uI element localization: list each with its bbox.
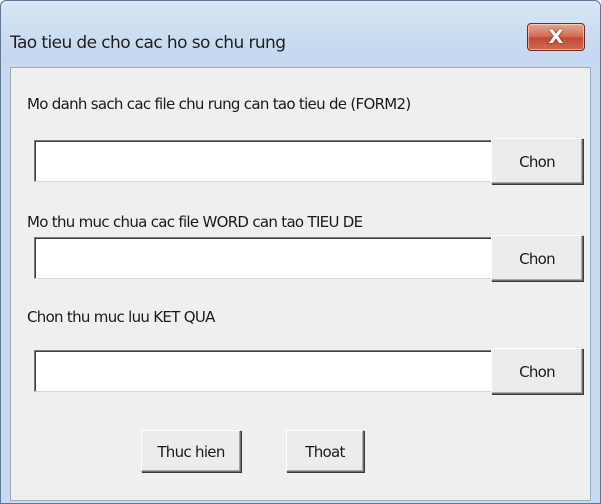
close-button[interactable]: X <box>527 23 585 51</box>
form2-file-input[interactable] <box>34 140 494 182</box>
close-icon: X <box>548 26 564 48</box>
label-form2-file: Mo danh sach cac file chu rung can tao t… <box>27 95 411 113</box>
label-result-folder: Chon thu muc luu KET QUA <box>27 308 215 326</box>
title-bar[interactable]: Tao tieu de cho cac ho so chu rung X <box>1 1 600 63</box>
choose-result-folder-button[interactable]: Chon <box>491 348 583 394</box>
dialog-window: Tao tieu de cho cac ho so chu rung X Mo … <box>0 0 601 504</box>
dialog-body: Mo danh sach cac file chu rung can tao t… <box>10 67 591 501</box>
window-title: Tao tieu de cho cac ho so chu rung <box>10 33 286 53</box>
result-folder-input[interactable] <box>34 350 494 392</box>
word-folder-input[interactable] <box>34 237 494 279</box>
choose-word-folder-button[interactable]: Chon <box>491 235 583 281</box>
label-word-folder: Mo thu muc chua cac file WORD can tao TI… <box>27 213 363 231</box>
run-button[interactable]: Thuc hien <box>141 430 241 472</box>
choose-form2-file-button[interactable]: Chon <box>491 138 583 184</box>
exit-button[interactable]: Thoat <box>286 430 364 472</box>
